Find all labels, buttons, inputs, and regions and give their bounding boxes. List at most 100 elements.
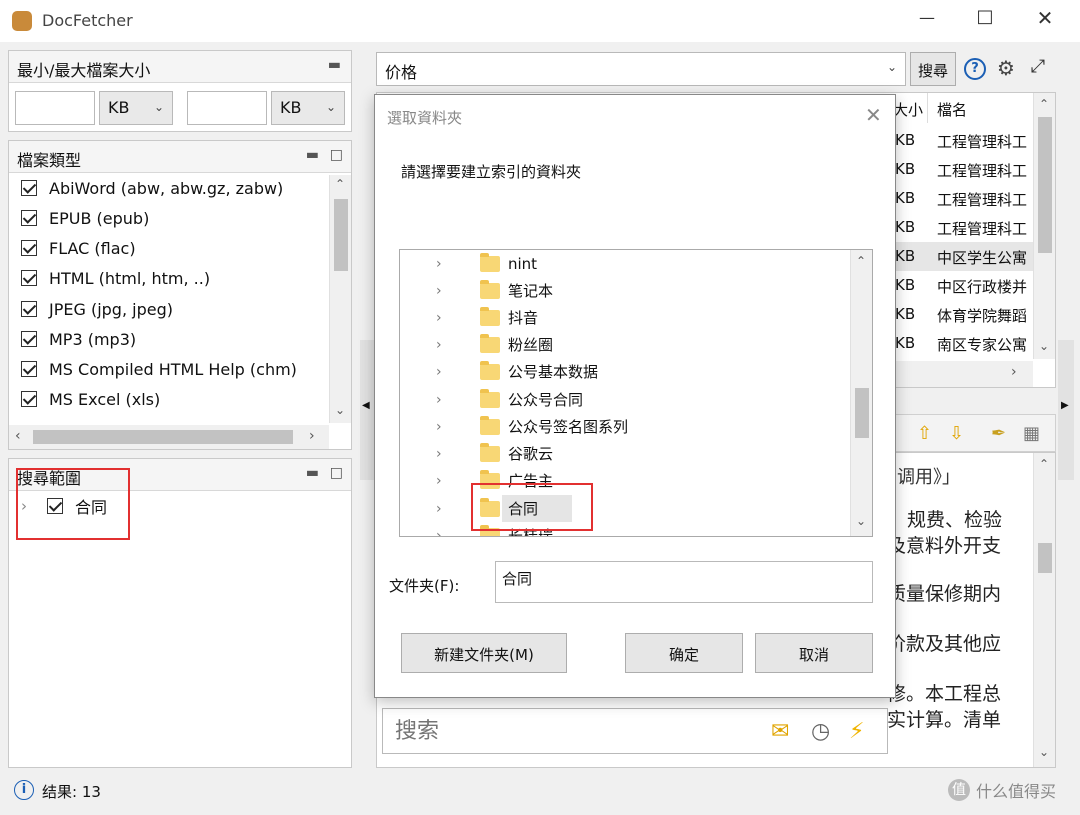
scroll-right-icon[interactable]: › — [309, 428, 315, 444]
folder-item[interactable]: › 公众号签名图系列 — [436, 413, 628, 440]
search-button[interactable]: 搜尋 — [910, 52, 956, 86]
ok-button[interactable]: 确定 — [625, 633, 743, 673]
filetype-item[interactable]: HTML (html, htm, ..) — [21, 263, 210, 293]
filetype-item[interactable]: MS Excel (xls) — [21, 384, 160, 414]
filetype-item[interactable]: JPEG (jpg, jpeg) — [21, 294, 173, 324]
folder-item[interactable]: › 粉丝圈 — [436, 331, 553, 358]
folder-item[interactable]: › 公号基本数据 — [436, 358, 598, 385]
scroll-right-icon[interactable]: › — [1011, 364, 1017, 380]
results-vertical-scrollbar[interactable]: ⌃ ⌄ — [1033, 93, 1055, 359]
table-row-size[interactable]: KB — [895, 247, 915, 265]
scroll-thumb[interactable] — [334, 199, 348, 271]
collapse-right-sash[interactable]: ▶ — [1058, 340, 1074, 480]
help-icon[interactable]: ? — [964, 58, 986, 80]
table-row-size[interactable]: KB — [895, 160, 915, 178]
maximize-panel-icon[interactable]: □ — [330, 465, 343, 481]
new-folder-button[interactable]: 新建文件夹(M) — [401, 633, 567, 673]
preview-vertical-scrollbar[interactable]: ⌃ ⌄ — [1033, 453, 1055, 767]
scroll-down-icon[interactable]: ⌄ — [1039, 339, 1049, 353]
expand-chevron-icon[interactable]: › — [436, 283, 442, 299]
expand-chevron-icon[interactable]: › — [436, 337, 442, 353]
minimize-panel-icon[interactable]: ▬ — [306, 147, 319, 163]
search-query-input[interactable]: 价格 ⌄ — [376, 52, 906, 86]
minimize-button[interactable]: — — [912, 8, 942, 34]
minimize-panel-icon[interactable]: ▬ — [328, 57, 341, 73]
preview-search-field[interactable] — [393, 717, 753, 745]
preview-search-input[interactable]: ✉ ◷ ⚡ — [382, 708, 888, 754]
folder-item[interactable]: › 笔记本 — [436, 277, 553, 304]
compact-view-icon[interactable]: ⤢ — [1026, 56, 1050, 80]
checkbox-checked-icon[interactable] — [21, 391, 37, 407]
highlighter-icon[interactable]: ✒ — [991, 423, 1006, 444]
column-header-size[interactable]: 大小 — [893, 99, 923, 120]
checkbox-checked-icon[interactable] — [21, 240, 37, 256]
mail-icon[interactable]: ✉ — [771, 719, 789, 744]
expand-chevron-icon[interactable]: › — [436, 364, 442, 380]
table-row-size[interactable]: KB — [895, 305, 915, 323]
cancel-button[interactable]: 取消 — [755, 633, 873, 673]
arrow-down-icon[interactable]: ⇩ — [949, 423, 964, 444]
table-row-name[interactable]: 中区行政楼并 — [937, 276, 1033, 297]
collapse-left-sash[interactable]: ◀ — [360, 340, 374, 480]
expand-chevron-icon[interactable]: › — [436, 392, 442, 408]
folder-item[interactable]: › 谷歌云 — [436, 440, 553, 467]
scroll-thumb[interactable] — [1038, 117, 1052, 253]
table-row-size[interactable]: KB — [895, 218, 915, 236]
scroll-down-icon[interactable]: ⌄ — [335, 403, 345, 417]
scroll-up-icon[interactable]: ⌃ — [335, 177, 345, 191]
column-header-name[interactable]: 檔名 — [937, 99, 967, 120]
max-size-unit-select[interactable]: KB ⌄ — [271, 91, 345, 125]
folder-item[interactable]: › nint — [436, 250, 537, 277]
max-size-input[interactable] — [187, 91, 267, 125]
arrow-up-icon[interactable]: ⇧ — [917, 423, 932, 444]
filetype-vertical-scrollbar[interactable]: ⌃ ⌄ — [329, 175, 351, 423]
scroll-thumb[interactable] — [855, 388, 869, 438]
expand-chevron-icon[interactable]: › — [436, 528, 442, 537]
filetype-horizontal-scrollbar[interactable]: ‹ › — [9, 425, 329, 449]
filetype-item[interactable]: EPUB (epub) — [21, 203, 149, 233]
expand-chevron-icon[interactable]: › — [436, 501, 442, 517]
checkbox-checked-icon[interactable] — [21, 331, 37, 347]
table-row-name[interactable]: 南区专家公寓 — [937, 334, 1033, 355]
minimize-panel-icon[interactable]: ▬ — [306, 465, 319, 481]
table-row-name[interactable]: 工程管理科工 — [937, 160, 1033, 181]
maximize-panel-icon[interactable]: □ — [330, 147, 343, 163]
scroll-up-icon[interactable]: ⌃ — [856, 254, 866, 268]
expand-chevron-icon[interactable]: › — [436, 310, 442, 326]
table-row-name[interactable]: 体育学院舞蹈 — [937, 305, 1033, 326]
checkbox-checked-icon[interactable] — [21, 270, 37, 286]
scroll-thumb[interactable] — [33, 430, 293, 444]
settings-gear-icon[interactable]: ⚙ — [994, 56, 1018, 80]
checkbox-checked-icon[interactable] — [21, 301, 37, 317]
table-row-size[interactable]: KB — [895, 131, 915, 149]
expand-chevron-icon[interactable]: › — [436, 419, 442, 435]
table-row-name[interactable]: 工程管理科工 — [937, 218, 1033, 239]
checkbox-checked-icon[interactable] — [21, 210, 37, 226]
dialog-close-button[interactable]: ✕ — [865, 103, 882, 127]
scroll-thumb[interactable] — [1038, 543, 1052, 573]
table-row-size[interactable]: KB — [895, 276, 915, 294]
filetype-item[interactable]: AbiWord (abw, abw.gz, zabw) — [21, 173, 283, 203]
table-row-name[interactable]: 工程管理科工 — [937, 131, 1033, 152]
expand-chevron-icon[interactable]: › — [436, 256, 442, 272]
grid-view-icon[interactable]: ▦ — [1023, 423, 1040, 444]
filetype-item[interactable]: MS Compiled HTML Help (chm) — [21, 354, 297, 384]
checkbox-checked-icon[interactable] — [21, 361, 37, 377]
scroll-up-icon[interactable]: ⌃ — [1039, 457, 1049, 471]
table-row-size[interactable]: KB — [895, 334, 915, 352]
min-size-input[interactable] — [15, 91, 95, 125]
table-row-size[interactable]: KB — [895, 189, 915, 207]
scroll-down-icon[interactable]: ⌄ — [1039, 745, 1049, 759]
scroll-down-icon[interactable]: ⌄ — [856, 514, 866, 528]
expand-chevron-icon[interactable]: › — [436, 473, 442, 489]
maximize-button[interactable]: □ — [970, 6, 1000, 32]
checkbox-checked-icon[interactable] — [21, 180, 37, 196]
table-row-name[interactable]: 工程管理科工 — [937, 189, 1033, 210]
scroll-left-icon[interactable]: ‹ — [15, 428, 21, 444]
folder-name-input[interactable]: 合同 — [495, 561, 873, 603]
scroll-up-icon[interactable]: ⌃ — [1039, 97, 1049, 111]
close-window-button[interactable]: ✕ — [1030, 6, 1060, 32]
min-size-unit-select[interactable]: KB ⌄ — [99, 91, 173, 125]
filetype-item[interactable]: MP3 (mp3) — [21, 324, 136, 354]
lightning-icon[interactable]: ⚡ — [849, 719, 864, 744]
